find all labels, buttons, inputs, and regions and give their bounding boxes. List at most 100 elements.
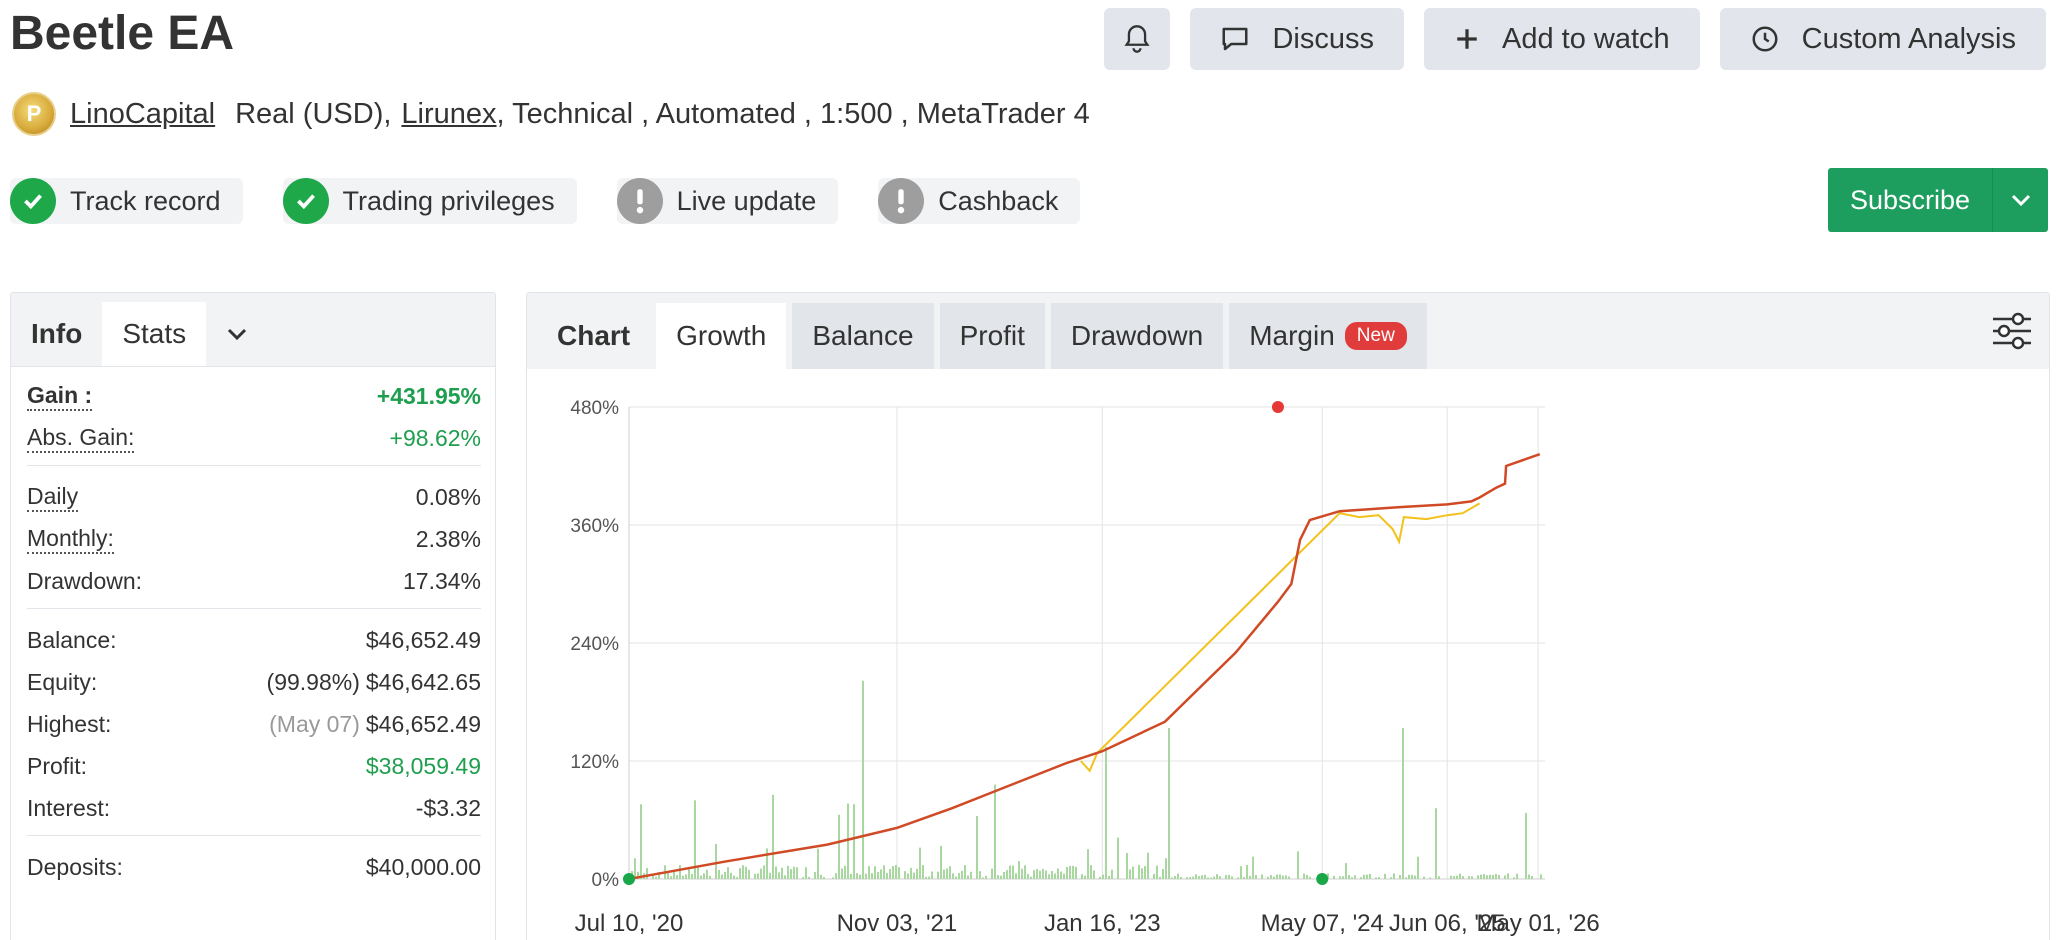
y-tick-label: 360%	[570, 516, 619, 537]
stat-monthly: Monthly: 2.38%	[27, 518, 481, 560]
account-meta: P LinoCapital Real (USD), Lirunex , Tech…	[12, 92, 1090, 136]
stat-value: $38,059.49	[365, 752, 481, 779]
subscribe-button[interactable]: Subscribe	[1828, 168, 2048, 232]
stat-abs-gain: Abs. Gain: +98.62%	[27, 417, 481, 459]
stat-label[interactable]: Daily	[27, 483, 79, 512]
trading-privileges-label: Trading privileges	[342, 185, 555, 216]
chevron-down-icon	[2011, 194, 2030, 207]
x-tick-label: Jan 16, '23	[1044, 910, 1161, 937]
stat-value: 2.38%	[415, 525, 481, 552]
stat-label[interactable]: Monthly:	[27, 525, 114, 554]
stat-value: 17.34%	[402, 567, 481, 594]
stat-deposits: Deposits: $40,000.00	[27, 846, 481, 888]
stat-label: Balance:	[27, 626, 117, 653]
stat-label: Interest:	[27, 794, 111, 821]
exclamation-icon	[878, 178, 925, 224]
chart-panel: Chart Growth Balance Profit Drawdown Mar…	[526, 292, 2050, 940]
y-tick-label: 240%	[570, 634, 619, 655]
tab-info[interactable]: Info	[11, 302, 102, 366]
track-record-badge[interactable]: Track record	[10, 178, 243, 224]
stat-drawdown: Drawdown: 17.34%	[27, 560, 481, 602]
chevron-down-icon	[228, 328, 247, 341]
start-marker	[623, 873, 635, 885]
stat-value: $46,642.65	[365, 668, 481, 695]
check-icon	[10, 178, 56, 224]
stat-note: (99.98%)	[266, 668, 360, 695]
stat-interest: Interest: -$3.32	[27, 787, 481, 829]
add-to-watch-button[interactable]: Add to watch	[1423, 8, 1700, 70]
custom-analysis-button[interactable]: Custom Analysis	[1719, 8, 2046, 70]
custom-analysis-label: Custom Analysis	[1801, 22, 2016, 55]
tab-margin-label: Margin	[1249, 320, 1335, 351]
sliders-icon	[1993, 312, 2031, 350]
broker-link[interactable]: Lirunex	[401, 98, 496, 131]
stat-profit: Profit: $38,059.49	[27, 745, 481, 787]
divider	[27, 608, 481, 609]
live-update-badge[interactable]: Live update	[616, 178, 839, 224]
discuss-label: Discuss	[1272, 22, 1374, 55]
subscribe-dropdown[interactable]	[1992, 168, 2048, 232]
trading-privileges-badge[interactable]: Trading privileges	[282, 178, 577, 224]
stat-value: $40,000.00	[365, 853, 481, 880]
stats-list: Gain : +431.95% Abs. Gain: +98.62% Daily…	[11, 367, 495, 888]
account-details: , Technical , Automated , 1:500 , MetaTr…	[496, 97, 1090, 130]
stat-daily: Daily 0.08%	[27, 476, 481, 518]
stat-equity: Equity: (99.98%) $46,642.65	[27, 661, 481, 703]
tab-profit[interactable]: Profit	[939, 303, 1045, 369]
account-type: Real (USD),	[235, 97, 392, 130]
growth-chart[interactable]: 0% 120% 240% 360% 480% Jul 10, '20 Nov 03, '21…	[527, 369, 2050, 940]
cashback-badge[interactable]: Cashback	[878, 178, 1081, 224]
stats-tabs: Info Stats	[11, 293, 495, 367]
verification-badges: Track record Trading privileges Live upd…	[10, 178, 1081, 224]
stat-label: Deposits:	[27, 853, 123, 880]
add-to-watch-label: Add to watch	[1501, 22, 1670, 55]
check-icon	[282, 178, 329, 224]
x-tick-label: May 01, '26	[1476, 910, 1599, 937]
chart-heading: Chart	[557, 320, 631, 351]
stat-label[interactable]: Abs. Gain:	[27, 424, 135, 453]
chart-tabs: Chart Growth Balance Profit Drawdown Mar…	[527, 293, 2049, 369]
divider	[27, 465, 481, 466]
stat-label: Profit:	[27, 752, 88, 779]
x-tick-label: May 07, '24	[1261, 910, 1384, 937]
discuss-button[interactable]: Discuss	[1190, 8, 1404, 70]
y-tick-label: 120%	[570, 752, 619, 773]
chart-settings-button[interactable]	[1991, 311, 2033, 356]
deposit-marker	[1316, 873, 1329, 885]
stat-value: 0.08%	[415, 483, 481, 510]
new-badge: New	[1344, 322, 1407, 350]
tab-growth[interactable]: Growth	[656, 303, 787, 369]
highlight-marker	[1271, 401, 1284, 413]
equity-line	[1080, 502, 1481, 773]
y-tick-label: 480%	[570, 398, 619, 419]
tab-stats[interactable]: Stats	[102, 302, 207, 366]
stat-note: (May 07)	[269, 710, 360, 737]
stat-value: $46,652.49	[365, 710, 481, 737]
stat-value: $46,652.49	[365, 626, 481, 653]
comment-icon	[1222, 27, 1248, 51]
tab-margin[interactable]: Margin New	[1229, 303, 1427, 369]
y-tick-label: 0%	[592, 870, 620, 891]
tabs-more[interactable]	[206, 302, 268, 366]
owner-link[interactable]: LinoCapital	[70, 98, 215, 131]
stat-label[interactable]: Gain :	[27, 382, 93, 411]
bell-icon	[1124, 25, 1151, 53]
stat-value: -$3.32	[415, 794, 481, 821]
top-actions: Discuss Add to watch Custom Analysis	[1104, 8, 2046, 70]
stat-balance: Balance: $46,652.49	[27, 619, 481, 661]
tab-drawdown[interactable]: Drawdown	[1050, 303, 1224, 369]
track-record-label: Track record	[70, 185, 221, 216]
x-tick-label: Jul 10, '20	[575, 910, 684, 937]
subscribe-label[interactable]: Subscribe	[1828, 168, 1992, 232]
stat-label: Equity:	[27, 668, 98, 695]
divider	[27, 835, 481, 836]
x-tick-label: Nov 03, '21	[837, 910, 958, 937]
tab-balance[interactable]: Balance	[792, 303, 934, 369]
live-update-label: Live update	[676, 185, 817, 216]
notify-button[interactable]	[1104, 8, 1171, 70]
clock-icon	[1752, 26, 1778, 52]
owner-avatar[interactable]: P	[12, 92, 56, 136]
stat-label: Drawdown:	[27, 567, 143, 594]
stat-gain: Gain : +431.95%	[27, 375, 481, 417]
stat-value: +98.62%	[389, 424, 481, 451]
